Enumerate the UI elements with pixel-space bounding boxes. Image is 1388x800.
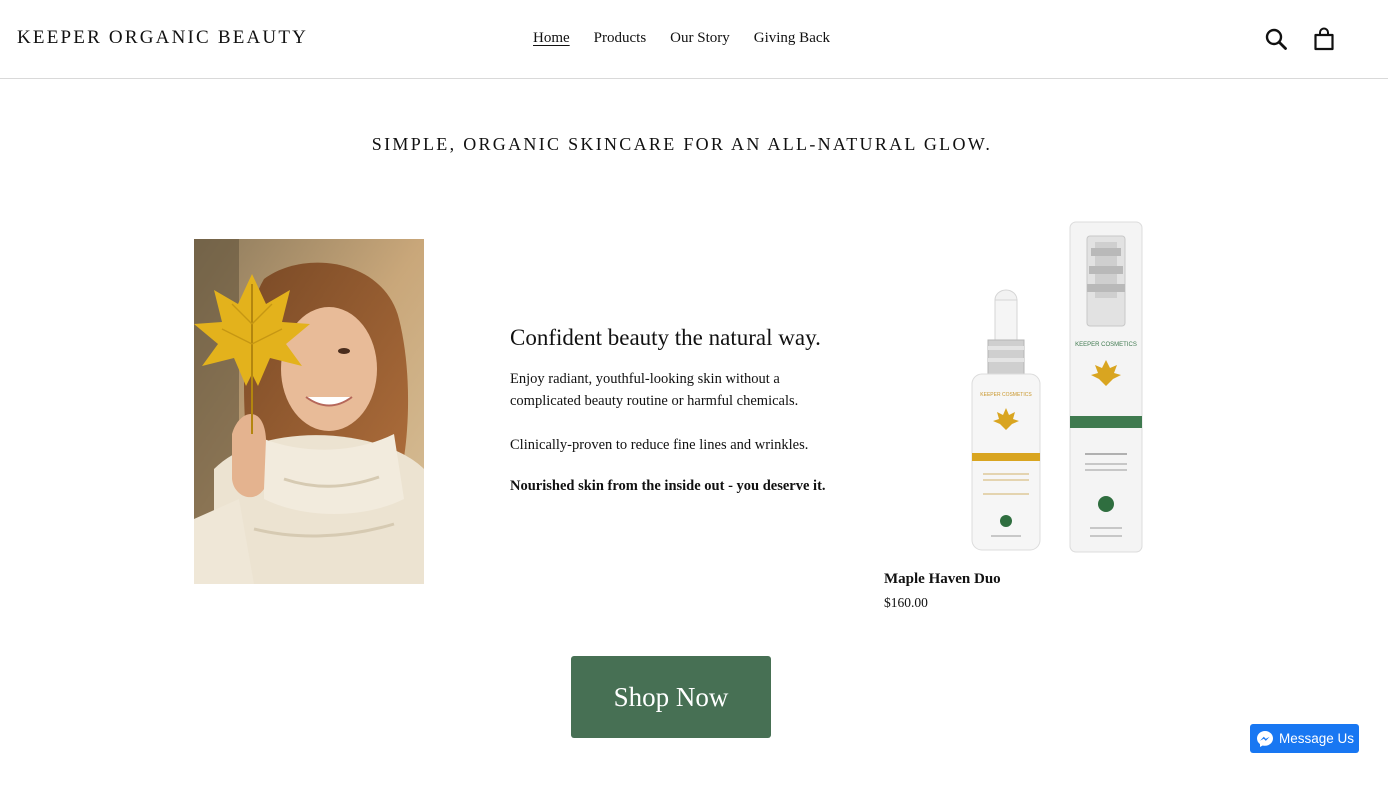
product-image[interactable]: KEEPER COSMETICS KEEPER COSMETICS [955,218,1160,558]
site-logo[interactable]: KEEPER ORGANIC BEAUTY [17,27,308,49]
search-icon[interactable] [1264,26,1288,52]
hero-tagline: SIMPLE, ORGANIC SKINCARE FOR AN ALL-NATU… [371,134,993,154]
message-us-label: Message Us [1279,731,1355,746]
hero-paragraph-2: Clinically-proven to reduce fine lines a… [510,437,809,453]
hero-heading: Confident beauty the natural way. [510,325,821,350]
cart-icon[interactable] [1312,26,1336,52]
hero-copy: Confident beauty the natural way. Enjoy … [510,325,870,497]
svg-text:KEEPER COSMETICS: KEEPER COSMETICS [980,392,1032,398]
svg-text:KEEPER COSMETICS: KEEPER COSMETICS [1075,342,1137,348]
shop-now-button[interactable]: Shop Now [571,656,771,738]
hero-paragraph-3: Nourished skin from the inside out - you… [510,478,826,494]
messenger-icon [1257,730,1273,747]
nav-products[interactable]: Products [594,30,647,47]
nav-our-story[interactable]: Our Story [670,30,730,47]
product-name[interactable]: Maple Haven Duo [884,571,1001,588]
header-actions [1264,26,1336,52]
nav-giving-back[interactable]: Giving Back [754,30,830,47]
product-price: $160.00 [884,595,928,610]
hero-paragraph-1: Enjoy radiant, youthful-looking skin wit… [510,371,799,409]
main-nav: Home Products Our Story Giving Back [533,30,854,47]
message-us-button[interactable]: Message Us [1250,724,1359,753]
model-photo [194,239,424,584]
site-header: KEEPER ORGANIC BEAUTY Home Products Our … [0,0,1388,79]
nav-home[interactable]: Home [533,30,570,47]
